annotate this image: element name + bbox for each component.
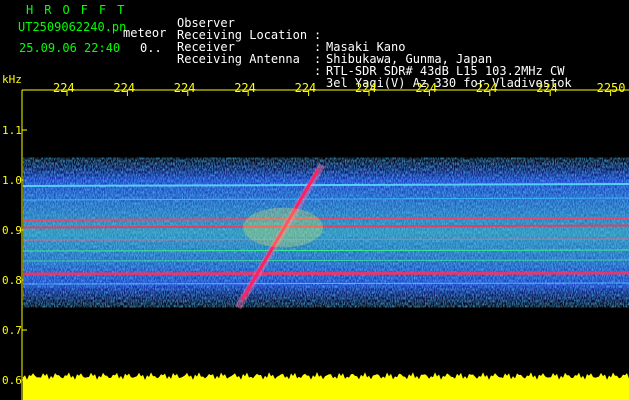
x-tick-label: 224 — [234, 81, 256, 95]
spectrogram — [21, 89, 629, 400]
x-tick-label: 224 — [475, 81, 498, 95]
x-tick-label: 2250 — [596, 81, 626, 95]
y-tick-label: 0.9 — [2, 224, 22, 237]
x-tick-label: 224 — [536, 81, 558, 95]
x-tick-label: 224 — [113, 81, 136, 95]
noise-floor — [23, 372, 629, 400]
y-tick-label: 0.7 — [2, 324, 22, 337]
y-axis-label: kHz — [2, 73, 22, 86]
x-tick-label: 224 — [415, 81, 438, 95]
plot-marks — [22, 157, 629, 400]
x-tick-label: 224 — [294, 81, 317, 95]
y-tick-label: 1.0 — [2, 174, 22, 187]
noise-texture — [23, 157, 629, 308]
meteor-burst — [243, 207, 323, 248]
y-tick-label: 1.1 — [2, 124, 22, 137]
x-tick-label: 224 — [53, 81, 75, 95]
x-tick-label: 224 — [173, 81, 196, 95]
x-tick-label: 224 — [355, 81, 377, 95]
y-tick-label: 0.6 — [2, 374, 22, 387]
carrier-line — [22, 271, 629, 276]
y-tick-label: 0.8 — [2, 274, 22, 287]
